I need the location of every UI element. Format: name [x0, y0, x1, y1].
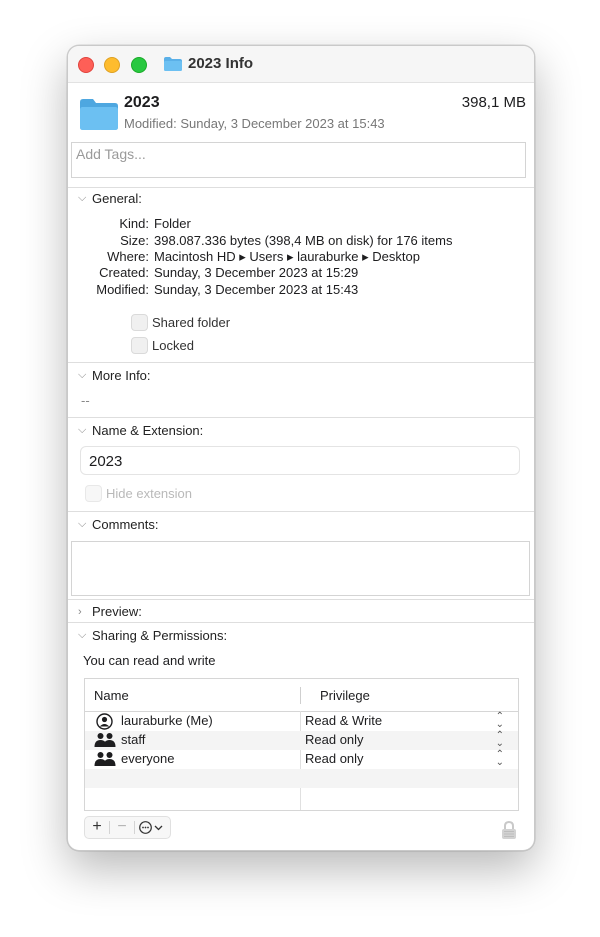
info-value: Folder — [154, 216, 191, 231]
table-header: Name Privilege — [85, 679, 518, 712]
section-title: Name & Extension: — [92, 423, 204, 438]
info-key: Size: — [120, 233, 149, 248]
divider — [68, 622, 534, 623]
user-name: everyone — [121, 751, 175, 766]
divider — [68, 362, 534, 363]
section-sharing-header[interactable]: ⌵ Sharing & Permissions: — [78, 628, 227, 643]
item-modified: Modified: Sunday, 3 December 2023 at 15:… — [124, 116, 385, 131]
info-key: Where: — [107, 249, 149, 264]
table-row-empty — [85, 769, 518, 788]
info-row-modified: Modified: Sunday, 3 December 2023 at 15:4… — [72, 282, 358, 297]
section-comments-header[interactable]: ⌵ Comments: — [78, 517, 158, 532]
section-title: General: — [92, 191, 142, 206]
locked-label: Locked — [152, 338, 194, 353]
divider — [68, 511, 534, 512]
info-window: 2023 Info 2023 398,1 MB Modified: Sunday… — [67, 45, 535, 851]
item-size: 398,1 MB — [461, 94, 526, 111]
column-header-name[interactable]: Name — [94, 688, 129, 703]
permissions-table: Name Privilege lauraburke (Me) Read & Wr… — [84, 678, 519, 811]
shared-folder-checkbox[interactable] — [131, 314, 148, 331]
section-title: More Info: — [92, 368, 151, 383]
info-value: Sunday, 3 December 2023 at 15:43 — [154, 282, 359, 297]
table-row[interactable]: staff Read only ⌃ ⌄ — [85, 731, 518, 750]
section-title: Comments: — [92, 517, 159, 532]
tags-field[interactable]: Add Tags... — [71, 142, 526, 178]
updown-arrows-icon: ⌃ ⌄ — [495, 711, 504, 730]
item-name: 2023 — [124, 94, 160, 111]
group-icon — [94, 733, 116, 747]
info-row-size: Size: 398.087.336 bytes (398,4 MB on disk… — [72, 233, 452, 248]
info-key: Kind: — [119, 216, 149, 231]
hide-extension-checkbox[interactable] — [85, 485, 102, 502]
section-title: Preview: — [92, 604, 142, 619]
add-button[interactable]: + — [85, 817, 109, 838]
info-value: Macintosh HD ▸ Users ▸ lauraburke ▸ Desk… — [154, 249, 420, 264]
info-key: Created: — [99, 265, 149, 280]
user-name: staff — [121, 732, 146, 747]
user-icon — [96, 713, 113, 730]
section-general-header[interactable]: ⌵ General: — [78, 191, 142, 206]
divider — [68, 417, 534, 418]
divider — [68, 187, 534, 188]
info-value: Sunday, 3 December 2023 at 15:29 — [154, 265, 359, 280]
comments-textarea[interactable] — [71, 541, 530, 596]
divider — [68, 599, 534, 600]
sharing-status: You can read and write — [83, 653, 216, 668]
info-value: 398.087.336 bytes (398,4 MB on disk) for… — [154, 233, 453, 248]
column-divider — [300, 687, 301, 704]
ellipsis-circle-icon — [139, 821, 163, 834]
table-row[interactable]: lauraburke (Me) Read & Write ⌃ ⌄ — [85, 712, 518, 731]
chevron-down-icon: ⌵ — [78, 518, 87, 530]
privilege-select[interactable]: Read & Write — [305, 713, 382, 728]
user-name: lauraburke (Me) — [121, 713, 213, 728]
group-icon — [94, 752, 116, 766]
updown-arrows-icon: ⌃ ⌄ — [495, 730, 504, 749]
remove-button[interactable]: − — [110, 817, 134, 838]
lock-icon[interactable] — [501, 821, 517, 839]
column-header-privilege[interactable]: Privilege — [320, 688, 370, 703]
zoom-button[interactable] — [131, 57, 147, 73]
updown-arrows-icon: ⌃ ⌄ — [495, 749, 504, 768]
section-more-info-header[interactable]: ⌵ More Info: — [78, 368, 151, 383]
section-title: Sharing & Permissions: — [92, 628, 228, 643]
shared-folder-label: Shared folder — [152, 315, 231, 330]
close-button[interactable] — [78, 57, 94, 73]
table-row[interactable]: everyone Read only ⌃ ⌄ — [85, 750, 518, 769]
section-name-extension-header[interactable]: ⌵ Name & Extension: — [78, 423, 203, 438]
privilege-select[interactable]: Read only — [305, 732, 364, 747]
more-info-value: -- — [81, 393, 90, 408]
chevron-down-icon: ⌵ — [78, 192, 87, 204]
section-preview-header[interactable]: › Preview: — [78, 604, 142, 619]
window-title: 2023 Info — [188, 55, 254, 72]
chevron-right-icon: › — [78, 605, 82, 618]
chevron-down-icon: ⌵ — [78, 369, 87, 381]
info-row-where: Where: Macintosh HD ▸ Users ▸ lauraburke … — [72, 249, 420, 265]
chevron-down-icon: ⌵ — [78, 629, 87, 641]
chevron-down-icon: ⌵ — [78, 424, 87, 436]
minimize-button[interactable] — [104, 57, 120, 73]
info-key: Modified: — [96, 282, 149, 297]
hide-extension-label: Hide extension — [106, 486, 192, 501]
info-row-kind: Kind: Folder — [72, 216, 191, 231]
folder-icon — [164, 57, 182, 71]
name-input[interactable]: 2023 — [80, 446, 520, 475]
action-menu-button[interactable] — [135, 817, 169, 838]
title-bar: 2023 Info — [68, 46, 534, 83]
permissions-button-bar: + − — [84, 816, 171, 839]
locked-checkbox[interactable] — [131, 337, 148, 354]
info-row-created: Created: Sunday, 3 December 2023 at 15:29 — [72, 265, 358, 280]
folder-icon — [80, 99, 118, 130]
privilege-select[interactable]: Read only — [305, 751, 364, 766]
